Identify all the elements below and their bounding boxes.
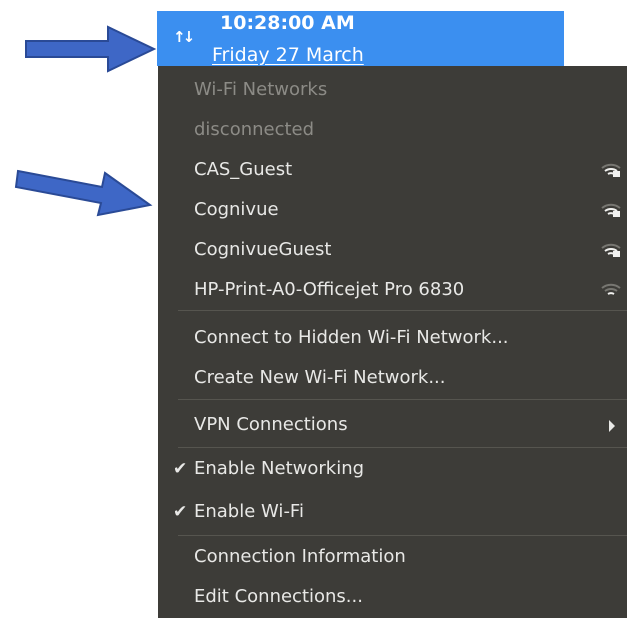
menu-separator xyxy=(178,310,627,311)
clock-date: Friday 27 March xyxy=(212,44,364,66)
chevron-right-icon xyxy=(609,420,615,432)
checkmark-icon: ✔ xyxy=(173,459,188,479)
wifi-signal-icon xyxy=(601,243,621,257)
wifi-signal-icon xyxy=(601,203,621,217)
checkmark-icon: ✔ xyxy=(173,502,188,522)
top-panel-clock[interactable]: ↑↓ 10:28:00 AM Friday 27 March xyxy=(157,11,564,66)
enable-wifi-toggle[interactable]: ✔ Enable Wi-Fi xyxy=(158,495,627,529)
clock-time: 10:28:00 AM xyxy=(220,12,355,34)
menu-separator xyxy=(178,447,627,448)
connect-hidden-network[interactable]: Connect to Hidden Wi-Fi Network... xyxy=(158,321,627,355)
network-item-hp-print[interactable]: HP-Print-A0-Officejet Pro 6830 xyxy=(158,273,627,307)
network-item-cas-guest[interactable]: CAS_Guest xyxy=(158,153,627,187)
connection-information[interactable]: Connection Information xyxy=(158,540,627,574)
menu-separator xyxy=(178,535,627,536)
edit-connections[interactable]: Edit Connections... xyxy=(158,580,627,614)
enable-networking-toggle[interactable]: ✔ Enable Networking xyxy=(158,452,627,486)
network-item-cognivue[interactable]: Cognivue xyxy=(158,193,627,227)
annotation-arrow-middle xyxy=(14,169,153,217)
wifi-status: disconnected xyxy=(194,119,315,140)
network-transfer-icon[interactable]: ↑↓ xyxy=(173,28,195,46)
wifi-signal-icon xyxy=(601,163,621,177)
annotation-arrow-top xyxy=(25,25,157,73)
wifi-networks-header: Wi-Fi Networks xyxy=(194,79,328,100)
create-new-network[interactable]: Create New Wi-Fi Network... xyxy=(158,361,627,395)
vpn-connections[interactable]: VPN Connections xyxy=(158,408,627,442)
wifi-signal-icon xyxy=(601,283,621,295)
menu-separator xyxy=(178,399,627,400)
network-item-cognivueguest[interactable]: CognivueGuest xyxy=(158,233,627,267)
network-menu: Wi-Fi Networks disconnected CAS_Guest Co… xyxy=(158,66,627,618)
